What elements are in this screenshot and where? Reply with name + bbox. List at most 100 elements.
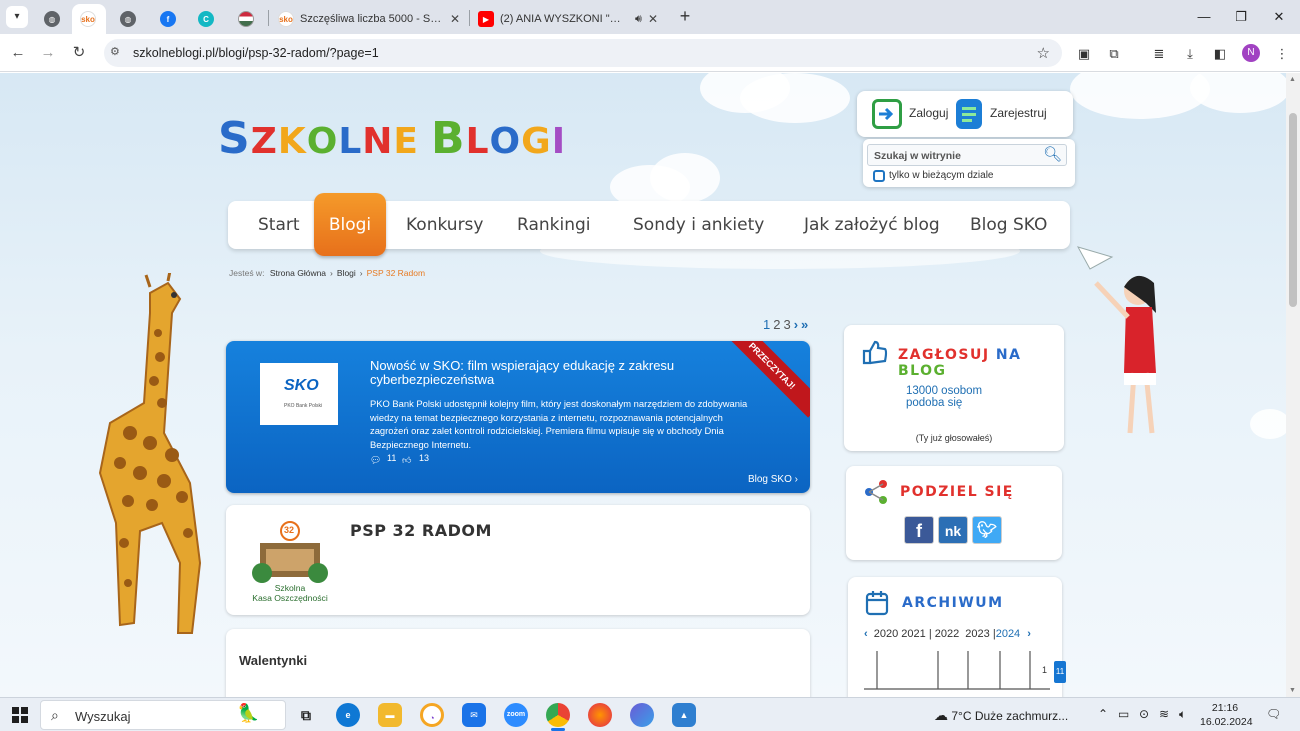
post-title[interactable]: Walentynki	[239, 653, 307, 668]
archive-page-1[interactable]: 1	[1042, 665, 1047, 675]
browser-tab[interactable]: ◍	[36, 4, 70, 34]
page-2-link[interactable]: 2	[773, 317, 780, 332]
site-settings-icon[interactable]: ⚙	[110, 45, 120, 58]
year-2021[interactable]: 2021	[901, 628, 925, 640]
new-tab-button[interactable]: +	[674, 6, 696, 28]
close-icon[interactable]: ✕	[444, 12, 460, 26]
close-icon[interactable]: ✕	[642, 12, 658, 26]
girl-illustration	[1076, 246, 1156, 434]
mail-icon[interactable]: ✉	[462, 703, 486, 727]
nav-rankingi[interactable]: Rankingi	[517, 215, 591, 235]
register-icon[interactable]	[956, 99, 982, 129]
taskbar-search-input[interactable]: ⌕ Wyszukaj 🦜	[40, 700, 286, 730]
search-scope-label: tylko w bieżącym dziale	[889, 170, 994, 181]
pagination: 1 2 3 ›»	[763, 317, 811, 332]
close-window-icon[interactable]: ✕	[1267, 6, 1291, 28]
bookmark-star-icon[interactable]: ☆	[1037, 44, 1050, 62]
chrome-icon[interactable]	[546, 703, 570, 731]
browser-tab[interactable]: sko Szczęśliwa liczba 5000 - Szkolne ✕	[270, 4, 468, 34]
year-2022[interactable]: 2022	[935, 628, 959, 640]
login-icon[interactable]	[872, 99, 902, 129]
chevron-up-icon[interactable]: ⌃	[1098, 707, 1108, 721]
blog-title: PSP 32 RADOM	[350, 521, 492, 540]
app-icon[interactable]: ◔	[420, 703, 444, 727]
menu-kebab-icon[interactable]: ⋮	[1272, 44, 1292, 64]
nav-blog-sko[interactable]: Blog SKO	[970, 215, 1047, 235]
twitter-share-icon[interactable]: 🐦︎	[972, 516, 1002, 544]
year-2024[interactable]: 2024	[996, 628, 1020, 640]
site-search-input[interactable]: Szukaj w witrynie 🔍︎	[867, 144, 1067, 166]
blog-sko-link[interactable]: Blog SKO ›	[748, 474, 798, 485]
minimize-icon[interactable]: —	[1192, 6, 1216, 28]
calendar-icon	[865, 591, 889, 616]
windows-start-icon[interactable]	[12, 707, 28, 723]
notification-icon[interactable]: 🗨︎	[1266, 707, 1281, 721]
last-page-icon[interactable]: »	[801, 317, 808, 332]
side-panel-icon[interactable]: ◧	[1210, 44, 1230, 64]
breadcrumb-blogi[interactable]: Blogi	[337, 268, 356, 278]
browser-tab[interactable]: f	[152, 4, 186, 34]
profile-avatar[interactable]: N	[1242, 44, 1260, 62]
scrollbar-thumb[interactable]	[1289, 113, 1297, 307]
reload-icon[interactable]: ↻	[68, 42, 90, 64]
archive-page-11[interactable]: 11	[1054, 661, 1066, 683]
scroll-up-icon[interactable]: ▲	[1289, 76, 1296, 83]
search-scope-checkbox[interactable]	[873, 170, 885, 182]
media-control-icon[interactable]: ≣	[1149, 44, 1169, 64]
register-link[interactable]: Zarejestruj	[990, 106, 1047, 120]
next-page-icon[interactable]: ›	[794, 317, 798, 332]
photos-icon[interactable]: ▲	[672, 703, 696, 727]
address-bar[interactable]: ⚙ szkolneblogi.pl/blogi/psp-32-radom/?pa…	[104, 39, 1062, 67]
page-scrollbar[interactable]: ▲ ▼	[1286, 73, 1300, 697]
meet-icon[interactable]: ⊙	[1139, 707, 1149, 721]
chevron-right-icon[interactable]: ›	[1027, 628, 1031, 640]
browser-tab-active[interactable]: sko	[72, 4, 106, 34]
facebook-share-icon[interactable]: f	[904, 516, 934, 544]
extension-icon[interactable]: ▣	[1074, 44, 1094, 64]
puzzle-icon[interactable]: ⧉	[1104, 44, 1124, 64]
search-icon[interactable]: 🔍︎	[1043, 145, 1062, 163]
feature-title[interactable]: Nowość w SKO: film wspierający edukację …	[370, 359, 730, 387]
download-icon[interactable]: ⤓	[1180, 44, 1200, 64]
browser-tab[interactable]	[230, 4, 264, 34]
forward-icon[interactable]: →	[37, 42, 59, 64]
nav-blogi[interactable]: Blogi	[314, 193, 386, 256]
nav-start[interactable]: Start	[258, 215, 300, 235]
blog-logo-caption-1: Szkolna	[274, 583, 306, 593]
page-3-link[interactable]: 3	[783, 317, 790, 332]
browser-tab[interactable]: ◍	[112, 4, 146, 34]
nav-konkursy[interactable]: Konkursy	[406, 215, 483, 235]
url-text[interactable]: szkolneblogi.pl/blogi/psp-32-radom/?page…	[133, 46, 379, 60]
task-view-icon[interactable]: ⧉	[294, 703, 318, 727]
vote-count: 13000 osobom podoba się	[906, 385, 983, 409]
nav-jak-zalozyc-blog[interactable]: Jak założyć blog	[804, 215, 940, 235]
scroll-down-icon[interactable]: ▼	[1289, 687, 1296, 694]
firefox-icon[interactable]	[588, 703, 612, 727]
login-link[interactable]: Zaloguj	[909, 106, 948, 120]
volume-icon[interactable]: 🔈︎	[1179, 707, 1186, 722]
file-explorer-icon[interactable]: ▬	[378, 703, 402, 727]
wifi-icon[interactable]: ≋	[1159, 707, 1169, 721]
zoom-icon[interactable]: zoom	[504, 703, 528, 727]
nk-share-icon[interactable]: nk	[938, 516, 968, 544]
device-icon[interactable]: ▭	[1118, 707, 1129, 721]
browser-tab[interactable]: C	[190, 4, 224, 34]
page-1-link[interactable]: 1	[763, 317, 770, 332]
restore-icon[interactable]: ❐	[1229, 6, 1253, 28]
browser-tab[interactable]: ▶ (2) ANIA WYSZKONI "Wiem 🔊︎ ✕	[470, 4, 666, 34]
speaker-icon[interactable]: 🔊︎	[635, 13, 642, 26]
edge-icon[interactable]: e	[336, 703, 360, 727]
breadcrumb-home[interactable]: Strona Główna	[270, 268, 326, 278]
year-2020[interactable]: 2020	[874, 628, 898, 640]
weather-widget[interactable]: ☁ 7°C Duże zachmurz...	[934, 707, 1068, 724]
system-clock[interactable]: 21:16 16.02.2024	[1200, 701, 1253, 729]
back-icon[interactable]: ←	[7, 42, 29, 64]
sko-logo-subtitle: PKO Bank Polski	[284, 403, 323, 409]
nav-sondy-i-ankiety[interactable]: Sondy i ankiety	[633, 215, 764, 235]
copilot-icon[interactable]	[630, 703, 654, 727]
tab-search-icon[interactable]: ▾	[6, 6, 28, 28]
sko-feature-box[interactable]: PRZECZYTAJ! SKO PKO Bank Polski Nowość w…	[226, 341, 810, 493]
year-2023[interactable]: 2023	[965, 628, 989, 640]
site-logo[interactable]: SZKOLNE BLOGI	[218, 113, 566, 164]
chevron-left-icon[interactable]: ‹	[864, 628, 868, 640]
